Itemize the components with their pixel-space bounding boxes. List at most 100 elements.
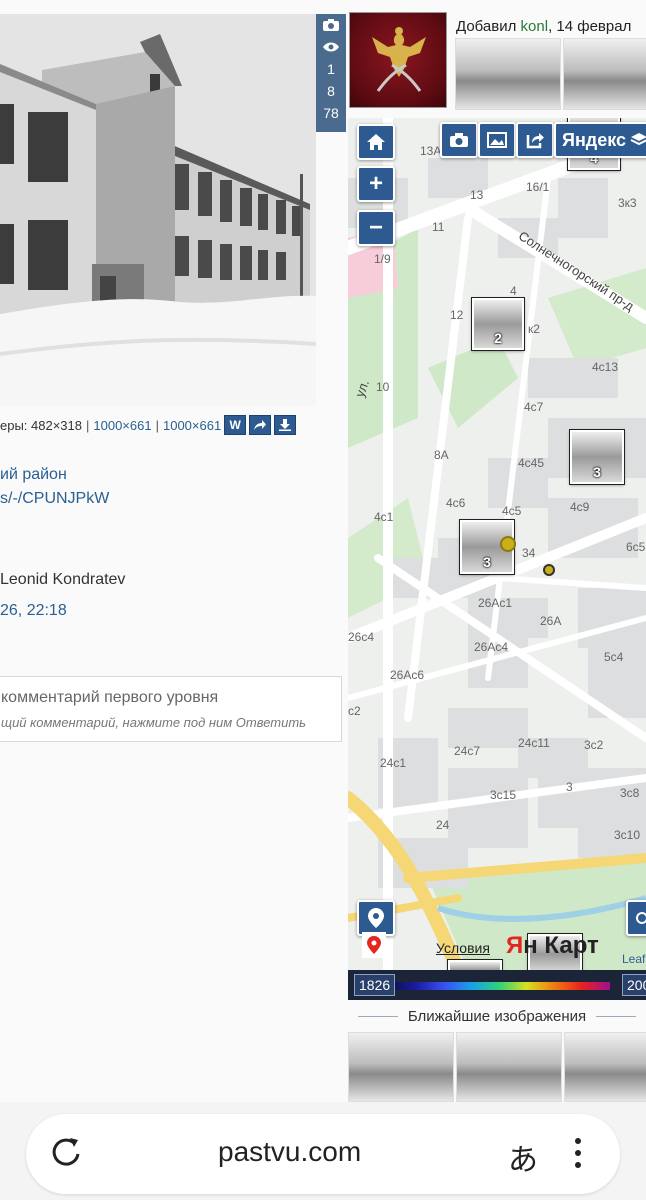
image-icon <box>487 132 507 148</box>
share-map-button[interactable] <box>516 122 554 158</box>
translate-icon[interactable]: あ <box>508 1135 538 1179</box>
painting-mode-button[interactable] <box>478 122 516 158</box>
map-label: 26с4 <box>348 630 375 644</box>
map-label: 13 <box>470 188 484 202</box>
leaflet-attribution[interactable]: Leaf <box>622 952 645 966</box>
share-icon <box>526 133 544 149</box>
size-link-1[interactable]: 1000×661 <box>93 418 151 433</box>
map-label: 3 <box>566 780 573 794</box>
comment-placeholder: комментарий первого уровня <box>1 689 219 706</box>
user-avatar[interactable] <box>349 12 447 108</box>
location-pin-icon <box>368 908 384 928</box>
map-label: 4с9 <box>570 500 590 514</box>
layer-label: Яндекс <box>562 129 627 150</box>
separator: | <box>155 417 159 433</box>
size-link-2[interactable]: 1000×661 <box>163 418 221 433</box>
map-label: 13А <box>420 144 442 158</box>
map-label: 10 <box>376 380 390 394</box>
map-label: 16/1 <box>526 180 550 194</box>
menu-button[interactable] <box>570 1136 586 1175</box>
zoom-in-button[interactable]: + <box>357 166 395 202</box>
map-label: 24с11 <box>518 736 550 750</box>
dimensions-text: еры: 482×318 <box>0 417 82 433</box>
photo-cluster-marker[interactable] <box>448 960 502 970</box>
download-button[interactable] <box>274 415 297 435</box>
map-label: 5с4 <box>604 650 624 664</box>
nearby-thumbnail[interactable] <box>564 1032 646 1102</box>
stat-value: 78 <box>323 105 339 121</box>
map-label: 4 <box>510 284 517 298</box>
related-thumbnail[interactable] <box>563 38 646 110</box>
year-end[interactable]: 200 <box>622 974 646 996</box>
date-link[interactable]: 26, 22:18 <box>0 602 67 620</box>
nearby-heading: Ближайшие изображения <box>348 1004 646 1028</box>
share-button[interactable] <box>249 415 272 435</box>
map-label: 3с15 <box>490 788 517 802</box>
main-photo[interactable] <box>0 14 316 406</box>
yandex-maps-logo: Ян Карт <box>506 932 599 959</box>
map-label: 11 <box>432 220 445 234</box>
share-icon <box>254 420 267 430</box>
camera-icon <box>316 14 346 36</box>
cluster-count: 3 <box>483 554 491 570</box>
uploader-link[interactable]: konl <box>521 18 549 35</box>
photo-mode-button[interactable] <box>440 122 478 158</box>
red-pin-icon <box>367 936 381 954</box>
photo-point[interactable] <box>543 564 555 576</box>
dimensions-line: еры: 482×318 | 1000×661 | 1000×661 W <box>0 414 346 436</box>
more-vert-icon <box>575 1138 581 1168</box>
home-icon <box>367 134 385 150</box>
map-label: 24с1 <box>380 756 407 770</box>
map-label: 26А <box>540 614 562 628</box>
map-label: 6с5 <box>626 540 646 554</box>
nearby-thumbnail[interactable] <box>348 1032 454 1102</box>
yandex-pin-button[interactable] <box>362 932 386 958</box>
author-name: Leonid Kondratev <box>0 571 126 588</box>
year-slider[interactable]: 1826 200 <box>348 970 646 1000</box>
map-layer-button[interactable]: Яндекс <box>554 122 646 158</box>
map-label: 24с7 <box>454 744 481 758</box>
url-text[interactable]: pastvu.com <box>218 1136 361 1168</box>
reload-icon <box>52 1138 80 1166</box>
zoom-out-button[interactable]: − <box>357 210 395 246</box>
added-date: , 14 феврал <box>548 18 632 35</box>
separator: | <box>86 417 90 433</box>
comment-input[interactable]: комментарий первого уровня щий комментар… <box>0 676 342 742</box>
photo-cluster-marker[interactable]: 2 <box>472 298 524 350</box>
reload-button[interactable] <box>48 1134 84 1175</box>
eagle-emblem-icon <box>372 27 426 92</box>
home-button[interactable] <box>357 124 395 160</box>
cluster-count: 2 <box>494 330 502 346</box>
map-label: 4с13 <box>592 360 619 374</box>
location-button[interactable] <box>626 900 646 936</box>
nearby-thumbnail[interactable] <box>456 1032 562 1102</box>
short-link[interactable]: s/-/CPUNJPkW <box>0 490 109 508</box>
map-label: к2 <box>528 322 540 336</box>
related-thumbnail[interactable] <box>455 38 561 110</box>
comment-hint: щий комментарий, нажмите под ним Ответит… <box>1 715 307 730</box>
map-label: 4с6 <box>446 496 466 510</box>
geolocate-button[interactable] <box>357 900 395 936</box>
screen: 1 8 78 еры: 482×318 | 1000×661 | 1000×66… <box>0 0 646 1200</box>
target-icon <box>636 912 646 924</box>
cluster-count: 3 <box>593 464 601 480</box>
stat-value: 8 <box>327 83 335 99</box>
camera-icon <box>450 133 468 147</box>
photo-stats: 1 8 78 <box>316 14 346 132</box>
region-link[interactable]: ий район <box>0 466 67 484</box>
eye-icon <box>316 36 346 58</box>
wiki-button[interactable]: W <box>224 415 247 435</box>
map-label: 4с5 <box>502 504 522 518</box>
terms-link[interactable]: Условия <box>436 940 490 956</box>
current-photo-dot[interactable] <box>500 536 516 552</box>
map-label: 3с10 <box>614 828 641 842</box>
added-prefix: Добавил <box>456 18 521 35</box>
year-start[interactable]: 1826 <box>354 974 396 996</box>
photo-cluster-marker[interactable]: 3 <box>570 430 624 484</box>
map-label: 12 <box>450 308 464 322</box>
map-label: 4с7 <box>524 400 544 414</box>
map-label: 26Ас4 <box>474 640 509 654</box>
year-gradient <box>388 982 610 990</box>
map-label: 4с45 <box>518 456 545 470</box>
stat-value: 1 <box>327 61 335 77</box>
